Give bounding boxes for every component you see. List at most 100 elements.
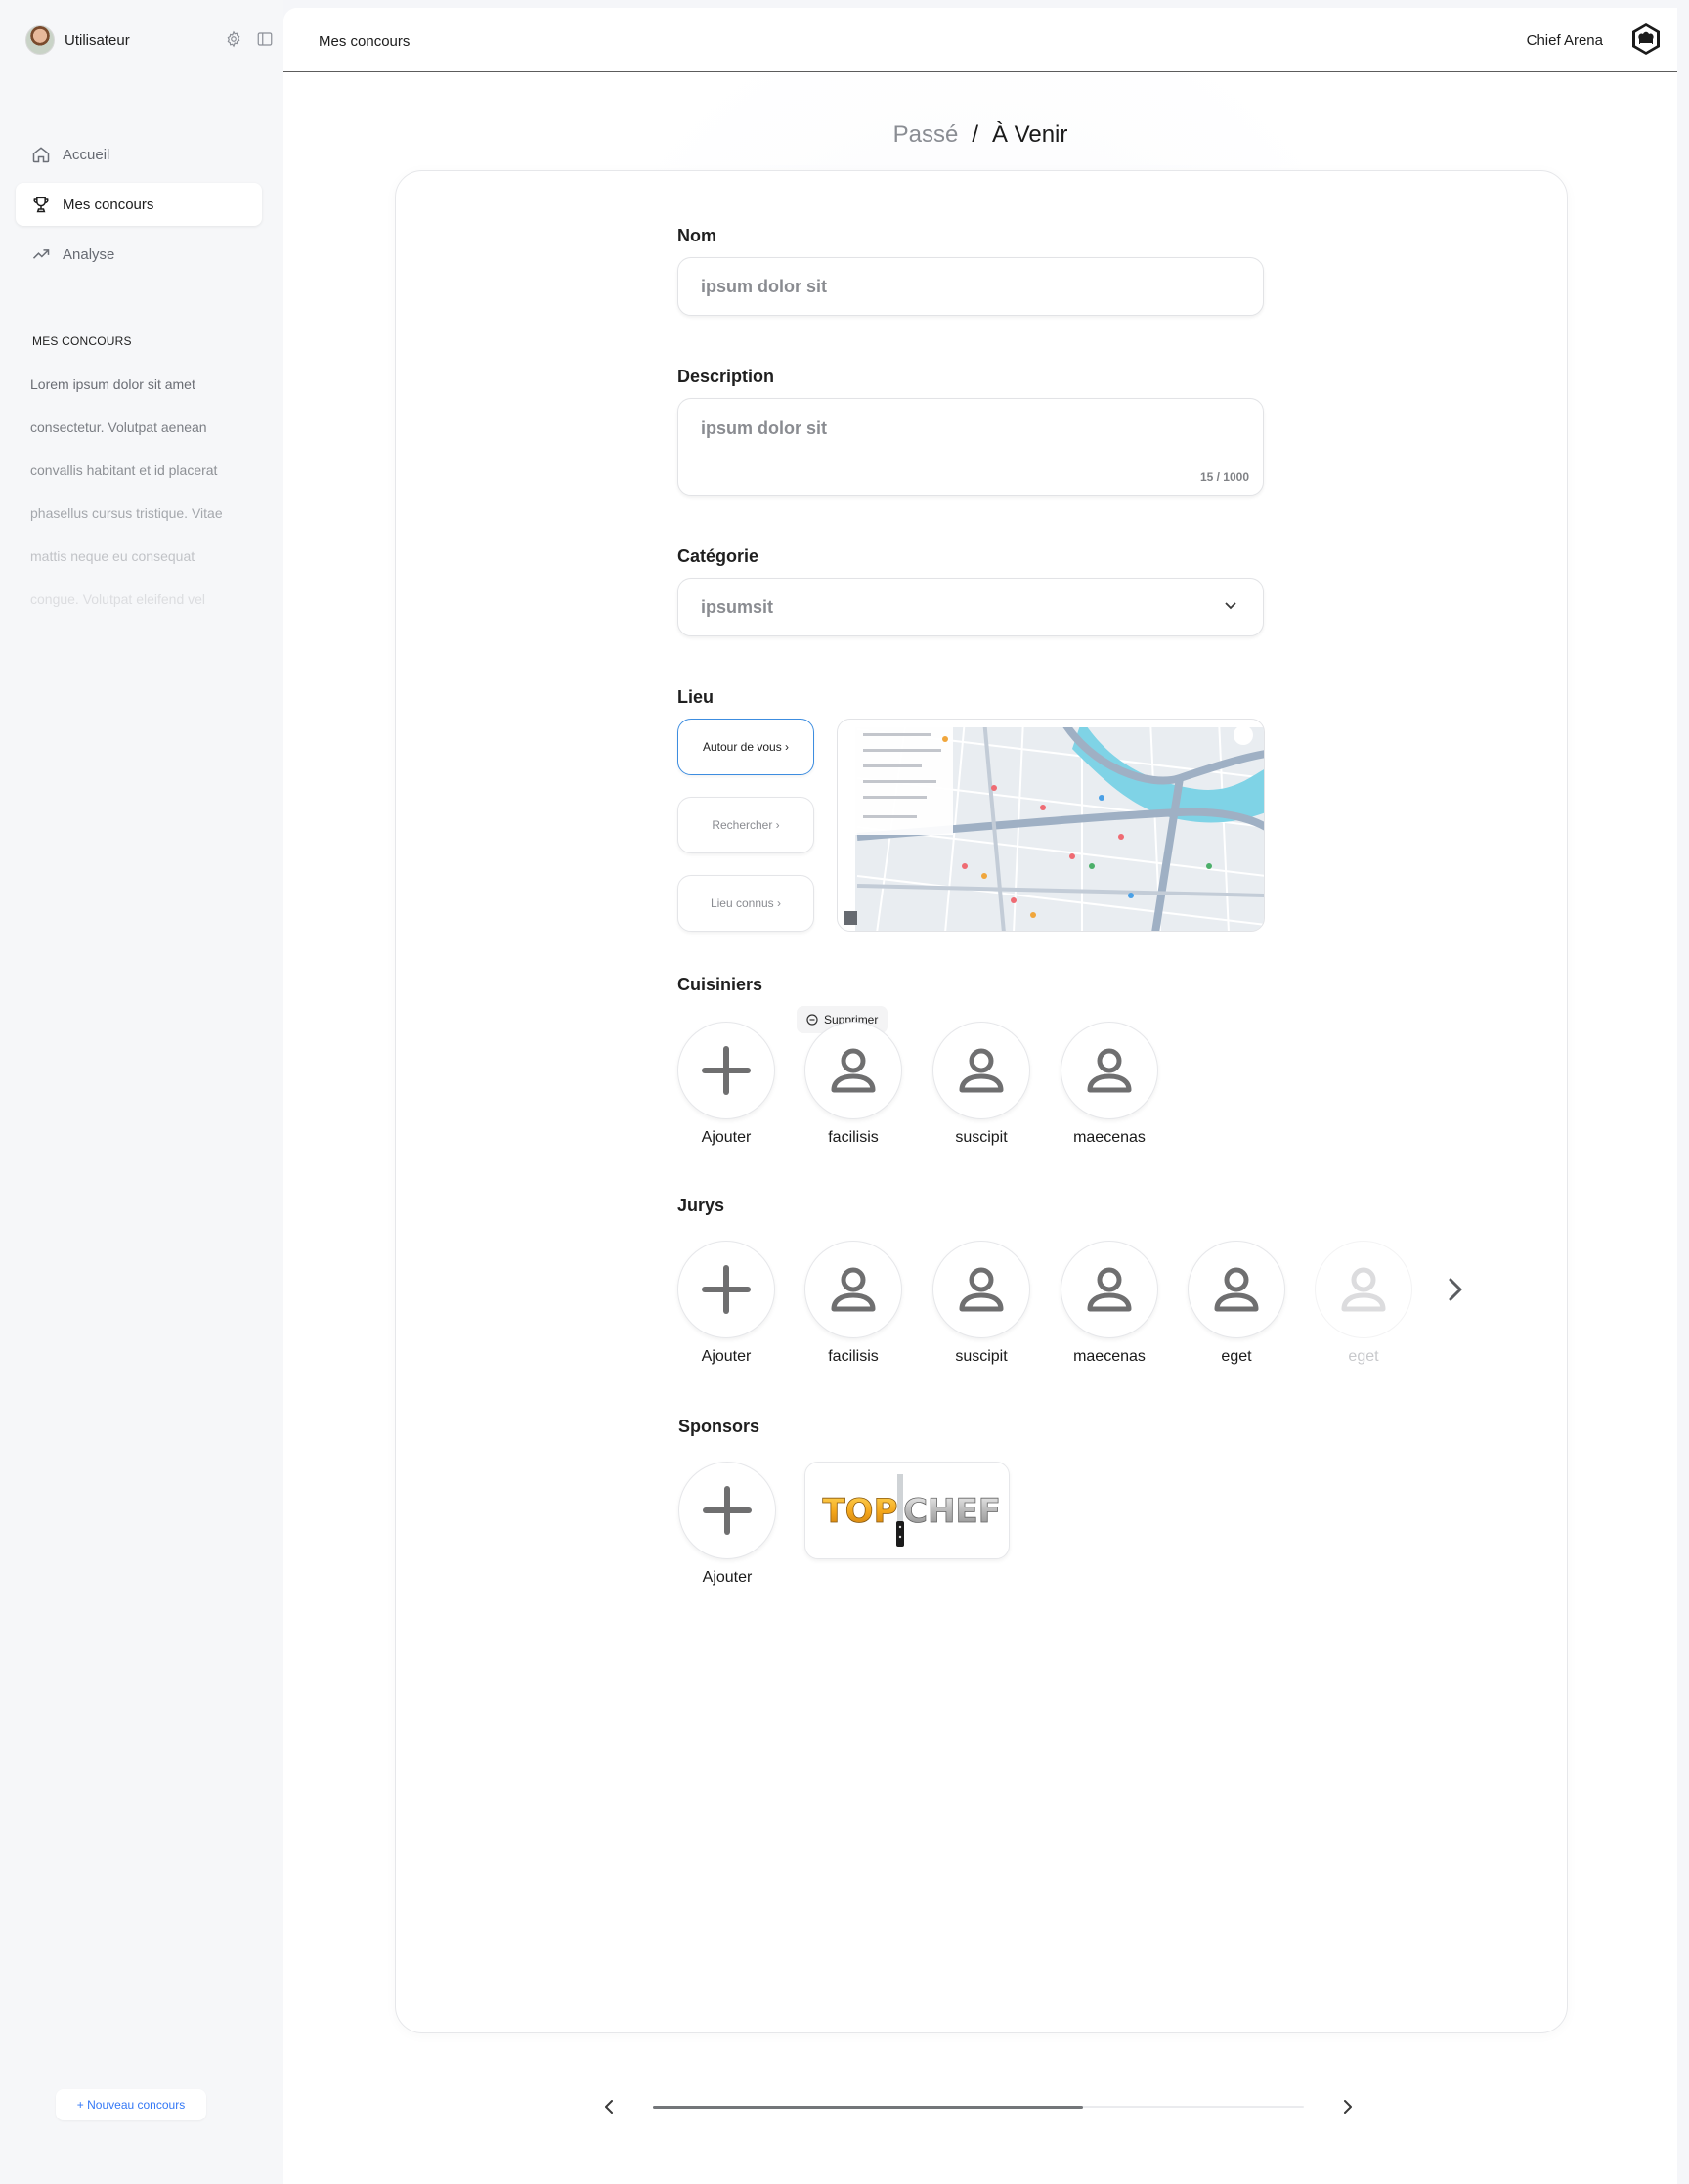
person-icon [831, 1048, 876, 1093]
jury-avatar[interactable] [1188, 1241, 1285, 1338]
user-name: Utilisateur [65, 31, 130, 49]
description-value: ipsum dolor sit [701, 418, 828, 438]
description-field[interactable]: ipsum dolor sit 15 / 1000 [677, 398, 1264, 496]
juries-group: Ajouter facilisis suscipit maecenas eget… [677, 1241, 1462, 1377]
sidebar-item-mes-concours[interactable]: Mes concours [16, 183, 262, 226]
category-select[interactable]: ipsumsit [677, 578, 1264, 636]
jury-item-faded[interactable]: eget [1315, 1241, 1412, 1366]
add-circle[interactable] [678, 1462, 776, 1559]
breadcrumb: Mes concours [319, 33, 411, 50]
character-counter: 15 / 1000 [1199, 470, 1249, 484]
person-icon [1214, 1267, 1259, 1312]
jury-item[interactable]: suscipit [932, 1241, 1030, 1366]
cook-name: maecenas [1073, 1129, 1146, 1146]
chevron-right-icon[interactable] [1341, 2099, 1355, 2115]
main-panel: Mes concours Chief Arena Passé / À Venir N… [283, 8, 1677, 2184]
plus-icon [702, 1046, 751, 1095]
add-sponsor-button[interactable]: Ajouter [678, 1462, 776, 1587]
around-you-button[interactable]: Autour de vous › [677, 719, 814, 775]
person-icon [1341, 1267, 1386, 1312]
progress-track[interactable] [653, 2105, 1304, 2109]
contest-list-item[interactable]: phasellus cursus tristique. Vitae [30, 501, 223, 544]
chevron-left-icon[interactable] [602, 2099, 616, 2115]
map-image [838, 720, 1264, 931]
top-chef-logo: TOP CHEF [822, 1474, 1001, 1547]
contest-list-item[interactable]: mattis neque eu consequat [30, 544, 223, 587]
tab-past[interactable]: Passé [893, 121, 959, 148]
cooks-label: Cuisiniers [677, 975, 763, 994]
user-profile[interactable]: Utilisateur [25, 25, 130, 55]
gear-icon[interactable] [225, 30, 242, 48]
category-value: ipsumsit [701, 597, 774, 617]
description-label: Description [677, 367, 775, 386]
add-jury-button[interactable]: Ajouter [677, 1241, 775, 1366]
trophy-icon [33, 197, 49, 213]
sponsor-logo-left: TOP [822, 1492, 897, 1531]
sidebar-nav: Accueil Mes concours Analyse [16, 133, 262, 283]
new-contest-button[interactable]: + Nouveau concours [56, 2089, 206, 2120]
sponsor-logo-right: CHEF [903, 1492, 1001, 1531]
cook-avatar[interactable] [932, 1022, 1030, 1119]
sidebar-item-label: Mes concours [63, 196, 154, 213]
person-icon [1087, 1267, 1132, 1312]
add-label: Ajouter [701, 1129, 752, 1146]
category-label: Catégorie [677, 546, 759, 566]
plus-icon [703, 1486, 752, 1535]
add-circle[interactable] [677, 1241, 775, 1338]
jury-item[interactable]: maecenas [1061, 1241, 1158, 1366]
person-icon [831, 1267, 876, 1312]
sidebar-tools [225, 30, 274, 48]
known-places-label: Lieu connus [710, 896, 774, 910]
cook-avatar[interactable] [1061, 1022, 1158, 1119]
chevron-right-icon[interactable] [1444, 1276, 1467, 1303]
cook-item[interactable]: suscipit [932, 1022, 1030, 1147]
sidebar: Utilisateur Accueil Mes concours Analyse… [0, 0, 283, 2184]
person-icon [959, 1048, 1004, 1093]
jury-item[interactable]: eget [1188, 1241, 1285, 1366]
add-circle[interactable] [677, 1022, 775, 1119]
period-tabs: Passé / À Venir [283, 121, 1677, 149]
sidebar-item-accueil[interactable]: Accueil [16, 133, 262, 176]
contest-list-item[interactable]: consectetur. Volutpat aenean [30, 415, 223, 458]
jury-avatar[interactable] [932, 1241, 1030, 1338]
name-field[interactable]: ipsum dolor sit [677, 257, 1264, 316]
contest-list-item[interactable]: Lorem ipsum dolor sit amet [30, 371, 223, 415]
add-cook-button[interactable]: Ajouter [677, 1022, 775, 1147]
sidebar-item-label: Analyse [63, 245, 115, 263]
home-icon [32, 147, 50, 163]
contest-list-item[interactable]: congue. Volutpat eleifend vel [30, 587, 223, 630]
brand-name: Chief Arena [1526, 32, 1603, 49]
jury-avatar[interactable] [1061, 1241, 1158, 1338]
sidebar-toggle-icon[interactable] [256, 30, 274, 48]
sidebar-item-label: Accueil [63, 146, 110, 163]
trend-icon [32, 249, 50, 259]
contest-list-item[interactable]: convallis habitant et id placerat [30, 458, 223, 501]
known-places-button[interactable]: Lieu connus › [677, 875, 814, 932]
name-value: ipsum dolor sit [701, 277, 828, 296]
location-map[interactable] [837, 719, 1265, 932]
cook-item[interactable]: facilisis [804, 1022, 902, 1147]
avatar[interactable] [25, 25, 55, 55]
sponsors-label: Sponsors [678, 1417, 760, 1436]
cook-avatar[interactable] [804, 1022, 902, 1119]
sidebar-item-analyse[interactable]: Analyse [16, 233, 262, 276]
contest-list: Lorem ipsum dolor sit amet consectetur. … [30, 371, 223, 630]
cook-name: facilisis [828, 1129, 879, 1146]
cooks-group: Supprimer Ajouter facilisis suscipit mae… [677, 1006, 1186, 1153]
cook-name: suscipit [955, 1129, 1008, 1146]
around-you-label: Autour de vous [702, 740, 782, 754]
top-bar: Mes concours Chief Arena [283, 8, 1677, 72]
tab-upcoming[interactable]: À Venir [992, 121, 1067, 148]
sponsor-top-chef-logo[interactable]: TOP CHEF [804, 1462, 1010, 1559]
sidebar-section-title: MES CONCOURS [32, 334, 132, 348]
jury-avatar[interactable] [804, 1241, 902, 1338]
jury-item[interactable]: facilisis [804, 1241, 902, 1366]
jury-name: facilisis [828, 1348, 879, 1365]
search-location-button[interactable]: Rechercher › [677, 797, 814, 853]
plus-icon [702, 1265, 751, 1314]
cook-item[interactable]: maecenas [1061, 1022, 1158, 1147]
progress-fill [653, 2105, 1083, 2109]
person-icon [1087, 1048, 1132, 1093]
jury-avatar[interactable] [1315, 1241, 1412, 1338]
juries-label: Jurys [677, 1196, 725, 1215]
